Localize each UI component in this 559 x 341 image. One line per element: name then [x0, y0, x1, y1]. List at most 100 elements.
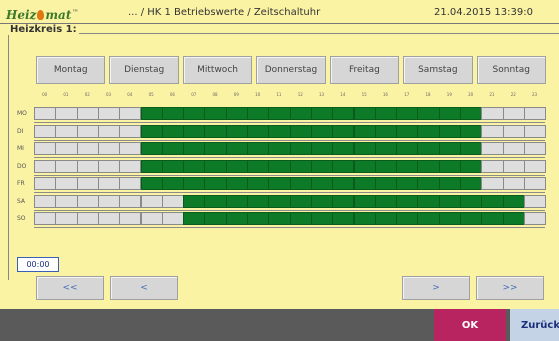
time-slot-active[interactable]	[353, 212, 376, 225]
time-slot-active[interactable]	[332, 124, 355, 138]
time-slot-inactive[interactable]	[76, 194, 99, 208]
time-slot-inactive[interactable]	[523, 159, 547, 173]
time-slot-inactive[interactable]	[119, 124, 142, 138]
time-slot-active[interactable]	[268, 159, 291, 173]
time-slot-active[interactable]	[438, 212, 461, 225]
time-slot-active[interactable]	[310, 177, 334, 190]
time-slot-inactive[interactable]	[502, 177, 525, 190]
time-slot-active[interactable]	[204, 142, 227, 155]
time-slot-active[interactable]	[225, 159, 248, 173]
time-slot-active[interactable]	[460, 159, 483, 173]
time-slot-inactive[interactable]	[55, 159, 78, 173]
time-slot-active[interactable]	[396, 212, 419, 225]
time-slot-active[interactable]	[247, 159, 270, 173]
time-slot-inactive[interactable]	[523, 142, 547, 155]
time-slot-active[interactable]	[460, 194, 483, 208]
time-slot-active[interactable]	[481, 194, 504, 208]
time-slot-active[interactable]	[140, 124, 163, 138]
time-slot-active[interactable]	[417, 194, 440, 208]
time-slot-active[interactable]	[289, 212, 312, 225]
time-slot-active[interactable]	[140, 142, 163, 155]
time-slot-active[interactable]	[353, 142, 376, 155]
time-slot-active[interactable]	[396, 107, 419, 120]
time-slot-active[interactable]	[396, 159, 419, 173]
time-slot-active[interactable]	[438, 177, 461, 190]
time-slot-active[interactable]	[396, 194, 419, 208]
time-slot-active[interactable]	[161, 159, 185, 173]
time-slot-active[interactable]	[225, 212, 248, 225]
time-slot-active[interactable]	[374, 142, 398, 155]
time-slot-active[interactable]	[374, 212, 398, 225]
time-slot-active[interactable]	[247, 177, 270, 190]
first-page-button[interactable]: <<	[36, 276, 104, 300]
time-slot-active[interactable]	[225, 107, 248, 120]
time-slot-active[interactable]	[247, 212, 270, 225]
time-slot-active[interactable]	[183, 194, 206, 208]
time-slot-active[interactable]	[204, 124, 227, 138]
time-slot-active[interactable]	[268, 212, 291, 225]
time-slot-inactive[interactable]	[502, 159, 525, 173]
time-slot-inactive[interactable]	[55, 194, 78, 208]
time-slot-active[interactable]	[204, 107, 227, 120]
time-slot-active[interactable]	[140, 107, 163, 120]
time-slot-active[interactable]	[374, 177, 398, 190]
time-slot-active[interactable]	[460, 177, 483, 190]
time-slot-inactive[interactable]	[34, 107, 57, 120]
time-slot-inactive[interactable]	[97, 159, 121, 173]
time-slot-active[interactable]	[438, 124, 461, 138]
day-button[interactable]: Samstag	[403, 56, 473, 84]
time-slot-active[interactable]	[310, 212, 334, 225]
time-slot-active[interactable]	[225, 177, 248, 190]
day-button[interactable]: Montag	[36, 56, 106, 84]
time-slot-active[interactable]	[183, 107, 206, 120]
day-button[interactable]: Dienstag	[109, 56, 179, 84]
time-slot-active[interactable]	[161, 142, 185, 155]
time-slot-active[interactable]	[374, 159, 398, 173]
time-slot-active[interactable]	[140, 159, 163, 173]
time-slot-active[interactable]	[374, 194, 398, 208]
time-slot-active[interactable]	[289, 124, 312, 138]
time-slot-active[interactable]	[438, 142, 461, 155]
time-slot-inactive[interactable]	[119, 212, 142, 225]
time-slot-inactive[interactable]	[140, 212, 163, 225]
time-slot-active[interactable]	[438, 194, 461, 208]
time-slot-inactive[interactable]	[481, 159, 504, 173]
time-slot-active[interactable]	[353, 159, 376, 173]
day-button[interactable]: Donnerstag	[256, 56, 326, 84]
time-slot-active[interactable]	[353, 107, 376, 120]
time-slot-inactive[interactable]	[55, 212, 78, 225]
ok-button[interactable]: OK	[434, 309, 506, 341]
time-slot-active[interactable]	[374, 124, 398, 138]
time-slot-active[interactable]	[161, 177, 185, 190]
time-slot-inactive[interactable]	[119, 107, 142, 120]
time-slot-active[interactable]	[310, 194, 334, 208]
time-slot-active[interactable]	[247, 124, 270, 138]
time-slot-inactive[interactable]	[34, 194, 57, 208]
time-slot-active[interactable]	[502, 194, 525, 208]
time-slot-active[interactable]	[417, 142, 440, 155]
time-slot-inactive[interactable]	[502, 124, 525, 138]
time-slot-inactive[interactable]	[502, 142, 525, 155]
time-slot-active[interactable]	[460, 124, 483, 138]
time-slot-active[interactable]	[417, 107, 440, 120]
time-slot-active[interactable]	[183, 142, 206, 155]
time-slot-active[interactable]	[161, 124, 185, 138]
time-slot-active[interactable]	[417, 177, 440, 190]
time-slot-active[interactable]	[204, 177, 227, 190]
time-slot-active[interactable]	[225, 142, 248, 155]
next-button[interactable]: >	[402, 276, 470, 300]
time-slot-inactive[interactable]	[34, 177, 57, 190]
time-slot-active[interactable]	[289, 177, 312, 190]
time-slot-inactive[interactable]	[161, 212, 185, 225]
time-slot-inactive[interactable]	[55, 124, 78, 138]
time-slot-active[interactable]	[161, 107, 185, 120]
time-slot-inactive[interactable]	[161, 194, 185, 208]
time-slot-inactive[interactable]	[119, 177, 142, 190]
time-slot-active[interactable]	[140, 177, 163, 190]
time-slot-inactive[interactable]	[97, 212, 121, 225]
time-slot-active[interactable]	[353, 124, 376, 138]
time-slot-inactive[interactable]	[502, 107, 525, 120]
time-slot-active[interactable]	[396, 142, 419, 155]
time-slot-inactive[interactable]	[523, 124, 547, 138]
time-slot-active[interactable]	[289, 194, 312, 208]
